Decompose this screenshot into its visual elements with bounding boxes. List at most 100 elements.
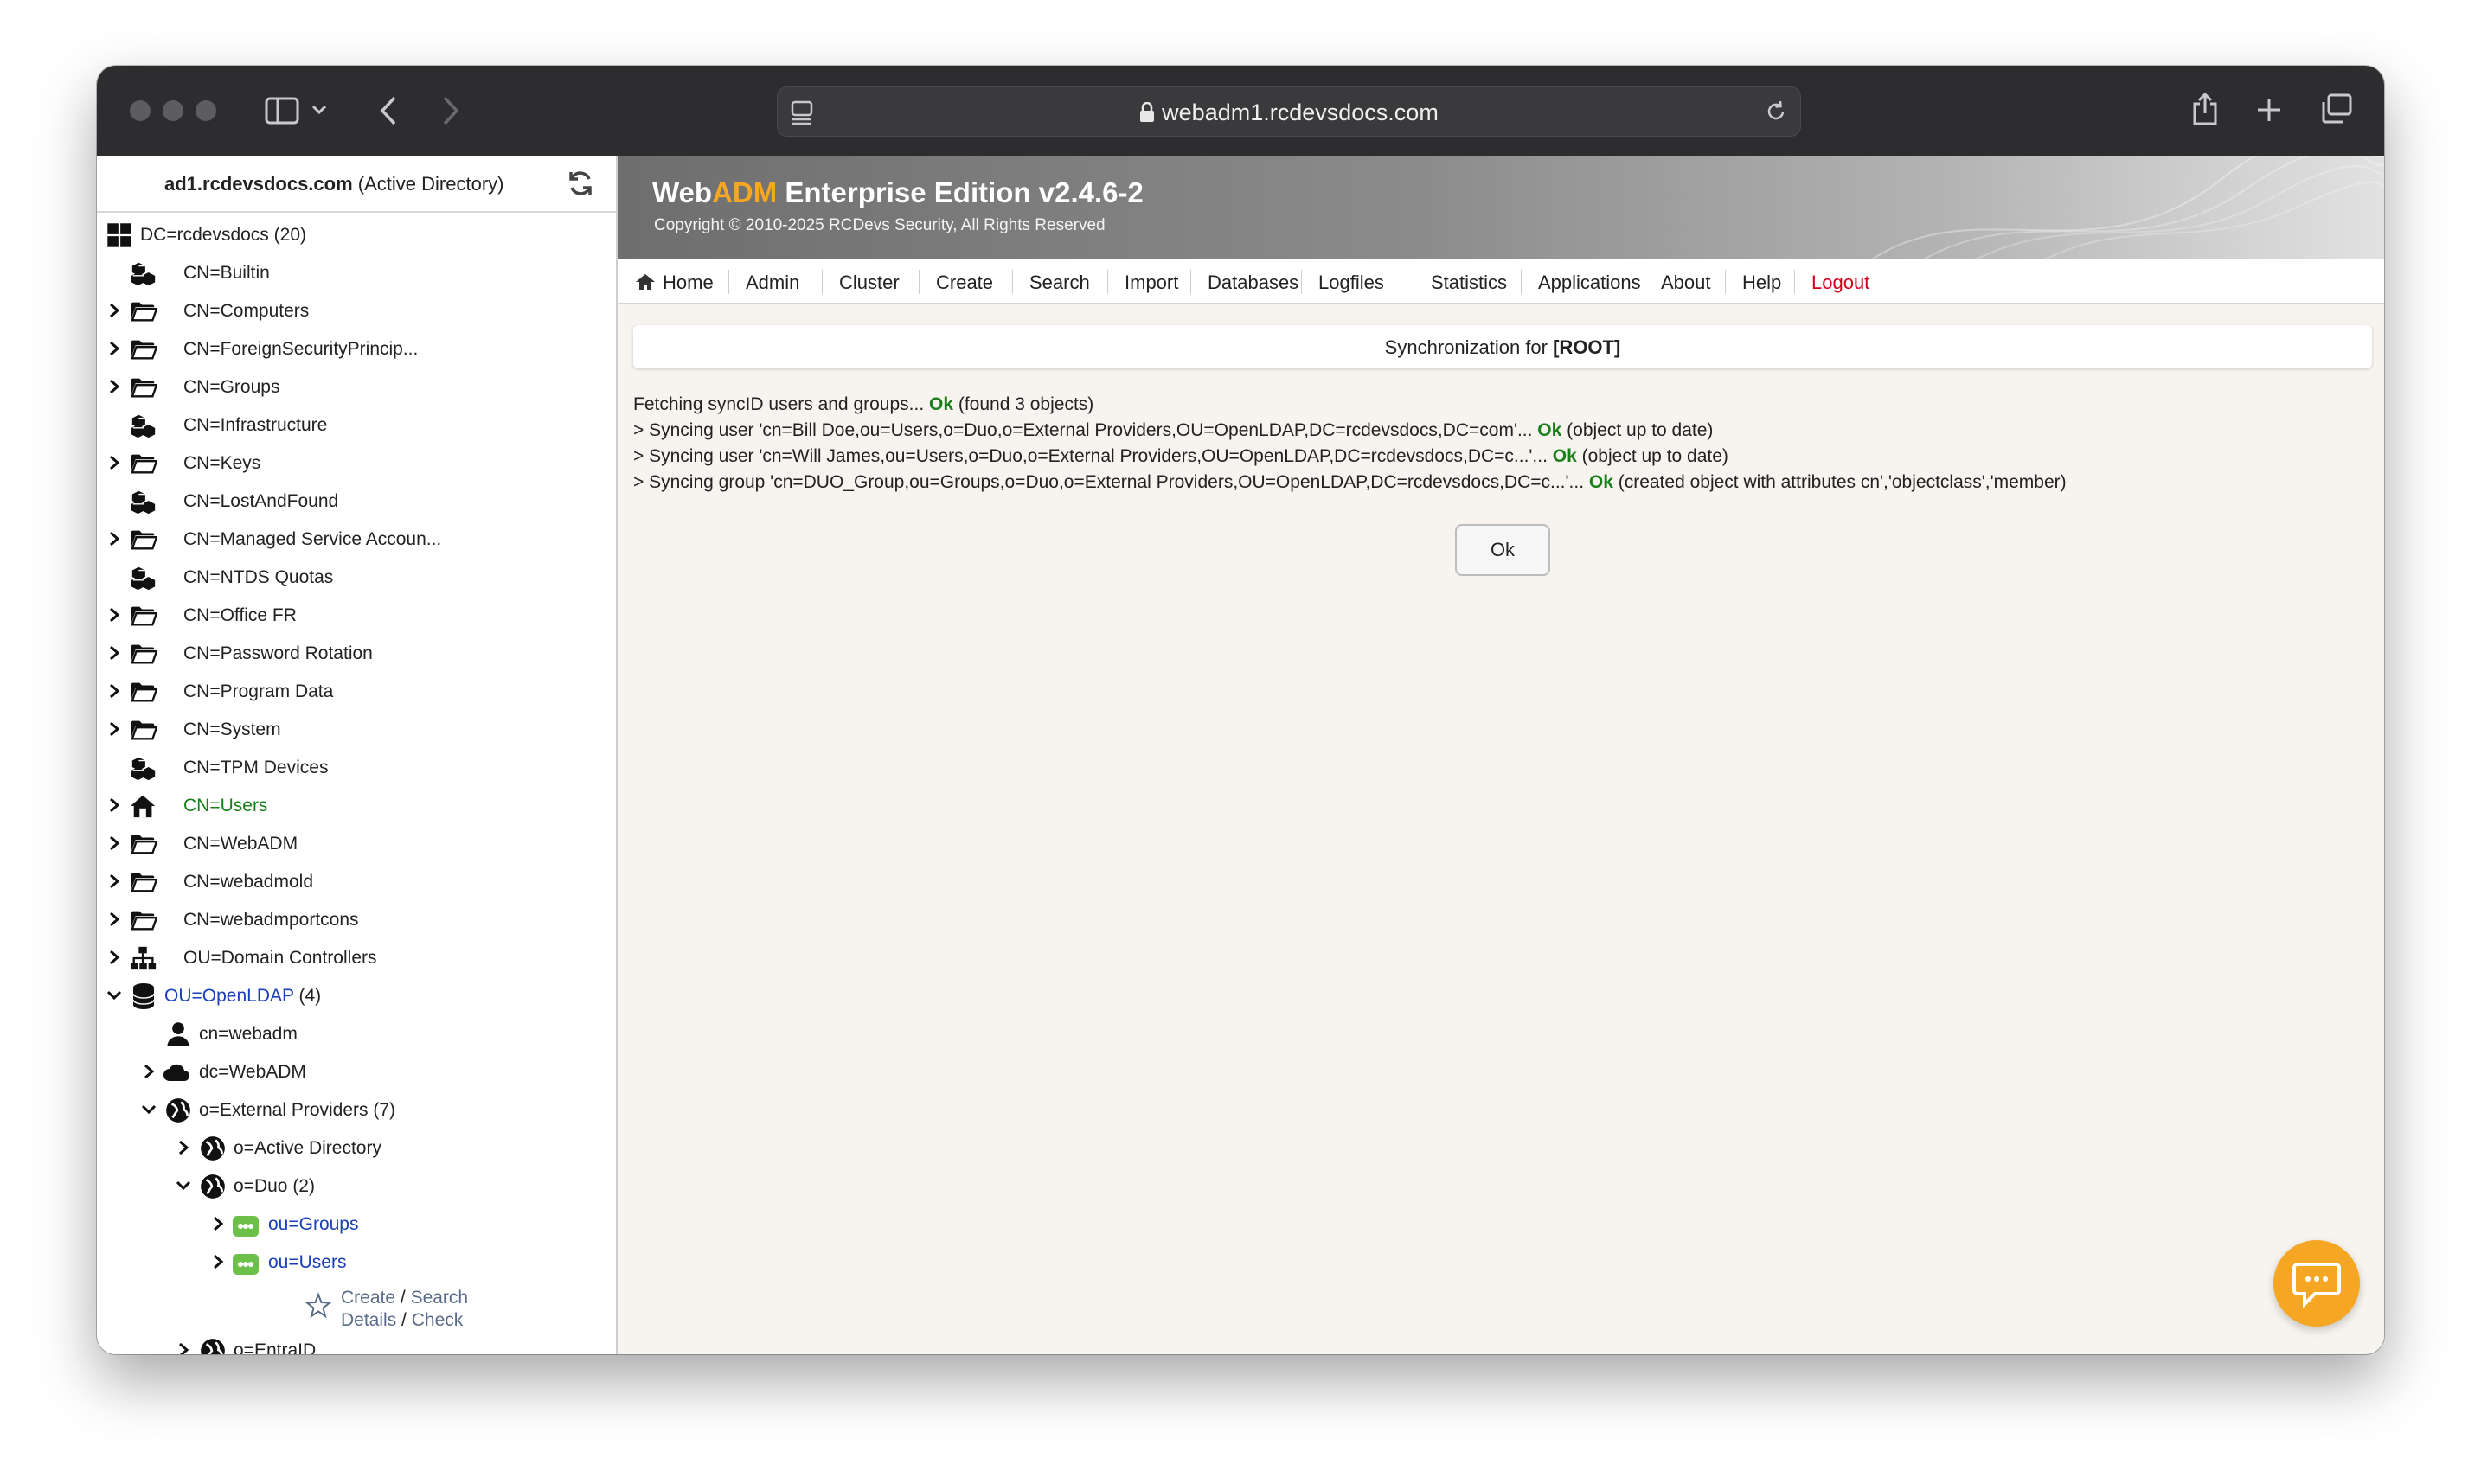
folder-icon	[131, 720, 157, 740]
close-window-button[interactable]	[130, 100, 151, 121]
check-link[interactable]: Check	[412, 1310, 464, 1330]
tree-item-label: OU=Domain Controllers	[183, 948, 377, 968]
folder-icon	[131, 644, 157, 664]
chevron-right-icon[interactable]	[140, 1064, 157, 1079]
tab-overview-icon[interactable]	[2320, 93, 2353, 125]
log-message: > Syncing user 'cn=Will James,ou=Users,o…	[633, 446, 1553, 466]
chevron-right-icon[interactable]	[106, 531, 123, 547]
duo-ou-icon	[233, 1216, 259, 1237]
sidebar-toggle-icon[interactable]	[265, 97, 299, 125]
log-line: Fetching syncID users and groups... Ok (…	[633, 394, 1093, 415]
tree-item-label: CN=Password Rotation	[183, 643, 373, 663]
globe-icon	[201, 1136, 225, 1161]
ok-button[interactable]: Ok	[1455, 524, 1550, 576]
address-bar[interactable]: webadm1.rcdevsdocs.com	[777, 86, 1801, 137]
zoom-window-button[interactable]	[196, 100, 216, 121]
log-line: > Syncing user 'cn=Bill Doe,ou=Users,o=D…	[633, 420, 1713, 441]
nav-about[interactable]: About	[1661, 272, 1711, 294]
chevron-down-icon[interactable]	[106, 989, 123, 1001]
share-icon[interactable]	[2190, 92, 2220, 126]
chevron-right-icon[interactable]	[106, 835, 123, 851]
nav-databases[interactable]: Databases	[1208, 272, 1298, 294]
tree-item-label: CN=webadmold	[183, 872, 313, 892]
nav-separator	[919, 270, 920, 294]
globe-icon	[201, 1339, 225, 1354]
nav-help[interactable]: Help	[1742, 272, 1781, 294]
brand-adm: ADM	[712, 176, 778, 208]
chevron-right-icon[interactable]	[106, 950, 123, 965]
chevron-down-icon[interactable]	[311, 104, 327, 116]
chevron-right-icon[interactable]	[209, 1216, 227, 1231]
log-status-ok: Ok	[1552, 446, 1577, 466]
chevron-right-icon[interactable]	[106, 683, 123, 699]
nav-create[interactable]: Create	[936, 272, 993, 294]
reload-icon[interactable]	[1764, 99, 1788, 124]
main-content: WebADM Enterprise Edition v2.4.6-2 Copyr…	[618, 156, 2384, 1354]
back-icon[interactable]	[379, 95, 398, 126]
chevron-right-icon[interactable]	[106, 455, 123, 470]
lock-icon	[1140, 101, 1155, 122]
nav-statistics[interactable]: Statistics	[1431, 272, 1507, 294]
chevron-right-icon[interactable]	[209, 1254, 227, 1270]
chevron-down-icon[interactable]	[175, 1180, 192, 1192]
chevron-right-icon[interactable]	[106, 379, 123, 394]
log-message: > Syncing user 'cn=Bill Doe,ou=Users,o=D…	[633, 420, 1538, 440]
sitemap-icon	[130, 946, 157, 970]
openldap-count: (4)	[298, 986, 322, 1006]
nav-import[interactable]: Import	[1125, 272, 1178, 294]
sync-panel-header: Synchronization for [ROOT]	[633, 325, 2372, 368]
chevron-right-icon[interactable]	[106, 607, 123, 623]
external-providers-count: (7)	[373, 1100, 396, 1120]
container-icon	[131, 566, 156, 591]
log-message: > Syncing group 'cn=DUO_Group,ou=Groups,…	[633, 472, 1589, 492]
chevron-right-icon[interactable]	[106, 341, 123, 356]
tree-item-label: CN=TPM Devices	[183, 758, 329, 777]
container-icon	[131, 262, 156, 286]
globe-icon	[166, 1098, 190, 1123]
chevron-right-icon[interactable]	[175, 1140, 192, 1155]
refresh-icon[interactable]	[566, 169, 595, 198]
ou-groups-label: ou=Groups	[268, 1214, 359, 1234]
chevron-right-icon[interactable]	[106, 912, 123, 927]
chat-icon	[2292, 1263, 2341, 1308]
nav-separator	[1301, 270, 1302, 294]
nav-logout[interactable]: Logout	[1811, 272, 1869, 294]
nav-applications[interactable]: Applications	[1538, 272, 1641, 294]
chevron-right-icon[interactable]	[175, 1342, 192, 1354]
nav-separator	[1107, 270, 1108, 294]
duo-ou-icon	[233, 1254, 259, 1275]
create-link[interactable]: Create	[341, 1288, 395, 1308]
tree-item-label: CN=LostAndFound	[183, 491, 339, 511]
globe-icon	[201, 1174, 225, 1199]
chevron-right-icon[interactable]	[106, 797, 123, 813]
sync-title: Synchronization for [ROOT]	[633, 336, 2372, 359]
search-link[interactable]: Search	[411, 1288, 469, 1308]
brand-web: Web	[652, 176, 713, 208]
tree-item-label: CN=System	[183, 720, 281, 739]
tree-item-label: CN=Program Data	[183, 681, 334, 701]
sync-title-target: [ROOT]	[1553, 336, 1621, 358]
duo-label: o=Duo	[234, 1176, 288, 1196]
chevron-right-icon[interactable]	[106, 721, 123, 737]
tree-item-label: CN=Computers	[183, 301, 310, 321]
forward-icon[interactable]	[441, 95, 460, 126]
log-detail: (object up to date)	[1561, 420, 1714, 440]
log-line: > Syncing group 'cn=DUO_Group,ou=Groups,…	[633, 472, 2067, 493]
nav-search[interactable]: Search	[1029, 272, 1090, 294]
details-link[interactable]: Details	[341, 1310, 396, 1330]
minimize-window-button[interactable]	[163, 100, 183, 121]
chevron-right-icon[interactable]	[106, 873, 123, 889]
nav-admin[interactable]: Admin	[746, 272, 799, 294]
nav-logfiles[interactable]: Logfiles	[1318, 272, 1384, 294]
log-message: Fetching syncID users and groups...	[633, 394, 929, 414]
new-tab-icon[interactable]	[2256, 97, 2282, 123]
chevron-right-icon[interactable]	[106, 303, 123, 318]
nav-home[interactable]: Home	[663, 272, 714, 294]
nav-cluster[interactable]: Cluster	[839, 272, 900, 294]
folder-icon	[131, 682, 157, 702]
chevron-down-icon[interactable]	[140, 1103, 157, 1116]
nav-separator	[1794, 270, 1795, 294]
container-icon	[131, 490, 156, 515]
chevron-right-icon[interactable]	[106, 645, 123, 661]
chat-support-button[interactable]	[2273, 1240, 2360, 1327]
